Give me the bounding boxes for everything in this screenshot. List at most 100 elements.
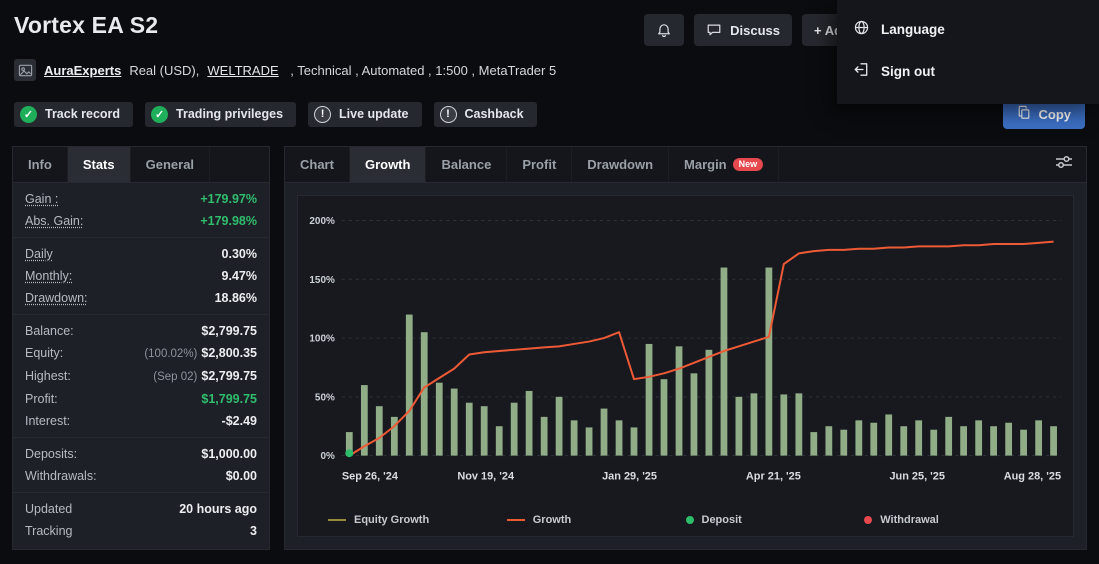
copy-icon [1017,105,1031,123]
stat-label: Gain : [25,191,58,207]
stat-row-balance: Balance: $2,799.75 [13,320,269,342]
tab-balance[interactable]: Balance [426,147,507,182]
stat-value: 9.47% [222,268,257,284]
stat-row-abs-gain: Abs. Gain: +179.98% [13,210,269,232]
stat-row-drawdown: Drawdown: 18.86% [13,287,269,309]
badge-cashback[interactable]: ! Cashback [434,102,537,127]
stat-row-daily: Daily 0.30% [13,243,269,265]
stat-label: Monthly: [25,268,72,284]
badge-cashback-label: Cashback [465,107,524,121]
sliders-icon [1054,153,1074,176]
stat-value: (100.02%)$2,800.35 [144,345,257,362]
chat-icon [706,22,722,38]
svg-text:Sep 26, '24: Sep 26, '24 [342,471,399,483]
legend-item[interactable]: Deposit [686,514,865,526]
account-pre-broker: Real (USD), [129,63,199,78]
legend-label: Withdrawal [880,514,939,526]
svg-text:0%: 0% [320,451,335,462]
stats-group-rates: Daily 0.30% Monthly: 9.47% Drawdown: 18.… [13,237,269,314]
badge-track-record[interactable]: ✓ Track record [14,102,133,127]
tab-stats[interactable]: Stats [68,147,131,182]
stats-group-deposits: Deposits: $1,000.00 Withdrawals: $0.00 [13,437,269,492]
svg-text:Apr 21, '25: Apr 21, '25 [746,471,801,483]
svg-text:Jan 29, '25: Jan 29, '25 [602,471,657,483]
stat-value: $1,000.00 [201,446,257,462]
account-post-broker: , Technical , Automated , 1:500 , MetaTr… [287,63,557,78]
exclamation-icon: ! [314,106,331,123]
copy-label: Copy [1039,107,1072,122]
growth-chart-svg: 0%50%100%150%200%Sep 26, '24Nov 19, '24J… [298,196,1073,512]
stat-row-monthly: Monthly: 9.47% [13,265,269,287]
stat-row-tracking: Tracking 3 [13,520,269,542]
growth-chart: 0%50%100%150%200%Sep 26, '24Nov 19, '24J… [297,195,1074,537]
stat-label: Equity: [25,345,63,361]
svg-text:150%: 150% [309,275,335,286]
stat-label: Abs. Gain: [25,213,83,229]
stats-group-meta: Updated 20 hours ago Tracking 3 [13,492,269,547]
stat-label: Profit: [25,391,58,407]
legend-item[interactable]: Withdrawal [864,514,1043,526]
stat-value: 20 hours ago [179,501,257,517]
tab-margin[interactable]: Margin New [669,147,779,182]
stat-label: Deposits: [25,446,77,462]
menu-item-language[interactable]: Language [837,8,1099,50]
stat-value: 3 [250,523,257,539]
badge-live-update[interactable]: ! Live update [308,102,421,127]
badge-trading-privileges[interactable]: ✓ Trading privileges [145,102,296,127]
svg-text:100%: 100% [309,334,335,345]
chart-settings-button[interactable] [1042,147,1086,182]
stats-panel-tabs: Info Stats General [13,147,269,183]
menu-item-signout[interactable]: Sign out [837,50,1099,92]
page: Vortex EA S2 Discuss + Ad [0,0,1099,564]
stat-row-gain: Gain : +179.97% [13,188,269,210]
sign-out-label: Sign out [881,64,935,79]
tab-chart[interactable]: Chart [285,147,350,182]
broker-link[interactable]: WELTRADE [207,63,278,78]
tab-profit[interactable]: Profit [507,147,572,182]
stat-value: $0.00 [226,468,257,484]
stat-label: Daily [25,246,53,262]
legend-item[interactable]: Growth [507,514,686,526]
author-link[interactable]: AuraExperts [44,63,121,78]
stat-label: Highest: [25,368,71,384]
chart-panel: Chart Growth Balance Profit Drawdown Mar… [284,146,1087,550]
legend-label: Growth [533,514,572,526]
stat-label: Drawdown: [25,290,88,306]
stat-label: Interest: [25,413,70,429]
stat-value: +179.97% [200,191,257,207]
discuss-button[interactable]: Discuss [694,14,792,46]
badge-trading-privileges-label: Trading privileges [176,107,283,121]
stat-value: $1,799.75 [201,391,257,407]
stat-value: 0.30% [222,246,257,262]
exclamation-icon: ! [440,106,457,123]
topbar-actions: Discuss + Add [644,14,862,46]
stat-value: -$2.49 [222,413,257,429]
stat-value: 18.86% [215,290,257,306]
user-dropdown-menu: Language Sign out [837,0,1099,104]
tab-general[interactable]: General [131,147,210,182]
stat-label: Balance: [25,323,74,339]
notifications-button[interactable] [644,14,684,46]
stat-row-equity: Equity: (100.02%)$2,800.35 [13,342,269,365]
stat-label: Withdrawals: [25,468,97,484]
legend-label: Deposit [702,514,742,526]
tab-info[interactable]: Info [13,147,68,182]
discuss-label: Discuss [730,23,780,38]
avatar [14,59,36,81]
growth-swatch-icon [507,519,525,521]
equity-growth-swatch-icon [328,519,346,521]
stats-group-balance: Balance: $2,799.75 Equity: (100.02%)$2,8… [13,314,269,437]
stat-value: $2,799.75 [201,323,257,339]
legend-label: Equity Growth [354,514,429,526]
tab-drawdown[interactable]: Drawdown [572,147,669,182]
svg-text:Jun 25, '25: Jun 25, '25 [889,471,945,483]
globe-icon [853,19,870,39]
stats-group-gain: Gain : +179.97% Abs. Gain: +179.98% [13,183,269,237]
badge-track-record-label: Track record [45,107,120,121]
tab-growth[interactable]: Growth [350,147,427,182]
legend-item[interactable]: Equity Growth [328,514,507,526]
stat-row-updated: Updated 20 hours ago [13,498,269,520]
badge-live-update-label: Live update [339,107,408,121]
deposit-swatch-icon [686,516,694,524]
stat-value-prefix: (Sep 02) [153,371,197,383]
